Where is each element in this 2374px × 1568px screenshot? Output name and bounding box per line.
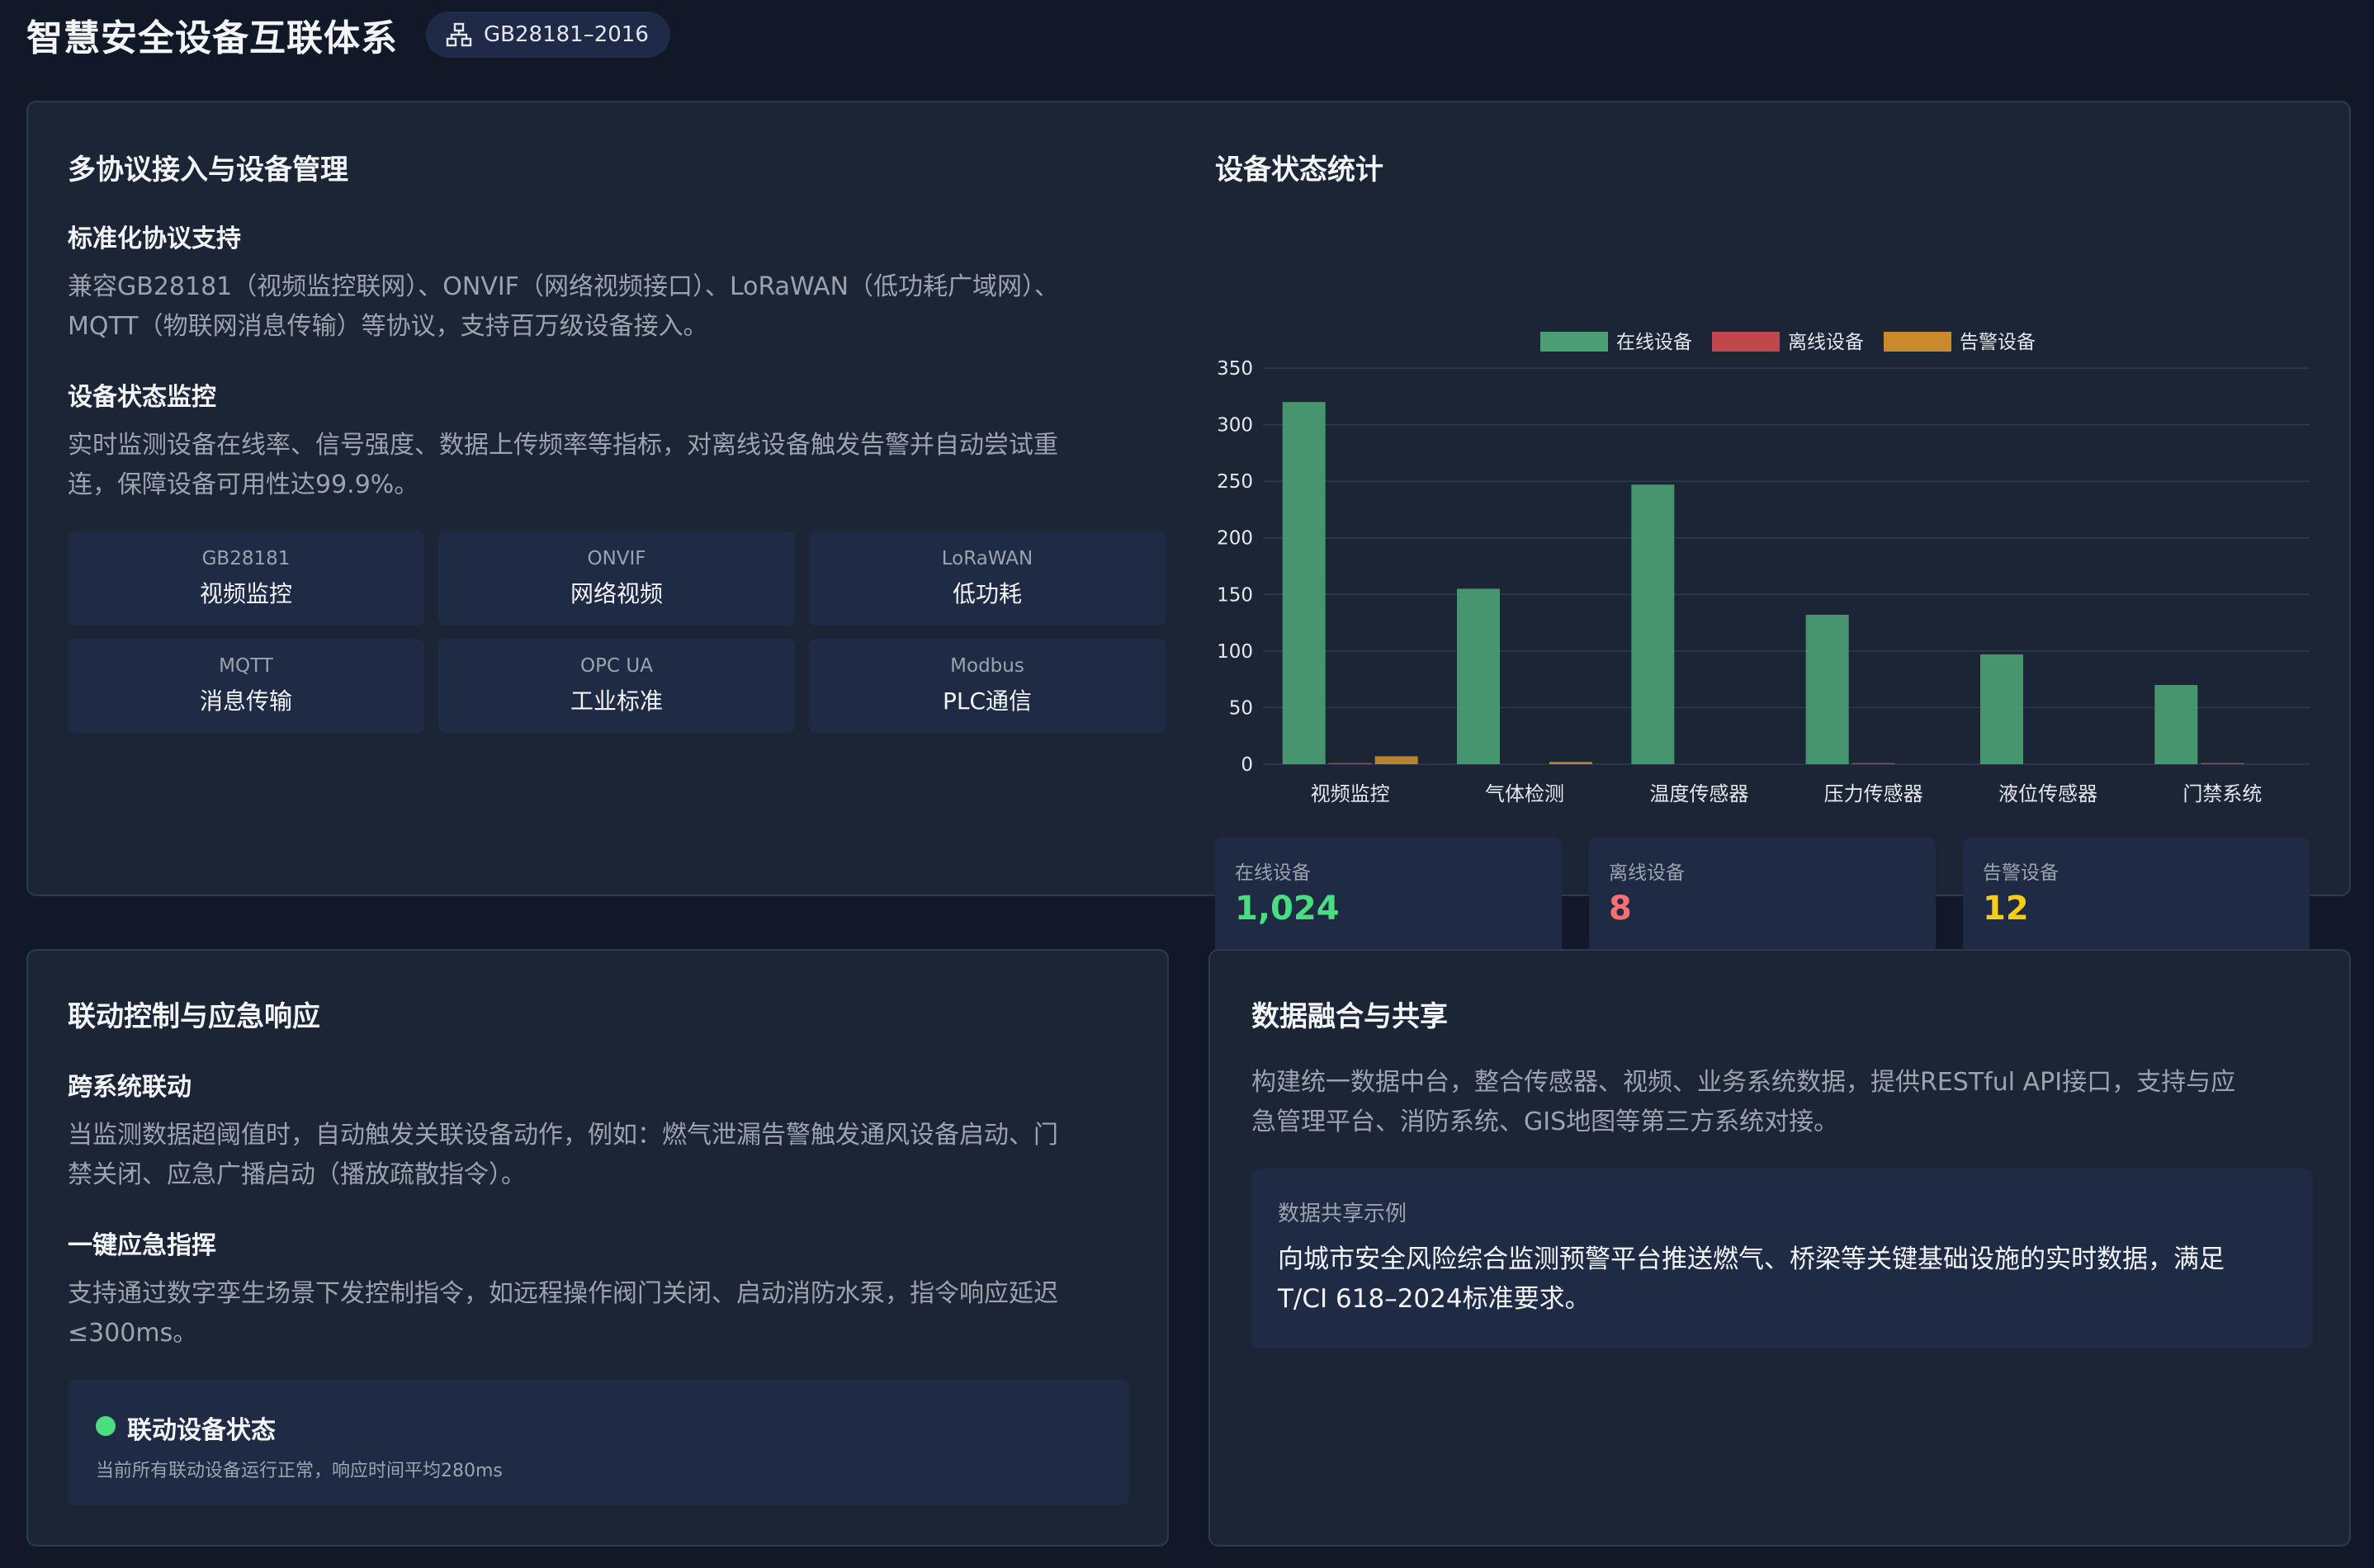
linkage-panel: 联动控制与应急响应 跨系统联动 当监测数据超阈值时，自动触发关联设备动作，例如：… xyxy=(26,949,1169,1547)
stat-card-online: 在线设备 1,024 xyxy=(1215,837,1562,956)
y-tick-label: 150 xyxy=(1217,584,1253,606)
bar-online xyxy=(1282,402,1326,764)
stat-value-warning: 12 xyxy=(1983,890,2029,928)
stat-label: 在线设备 xyxy=(1235,862,1311,884)
cross-system-heading: 跨系统联动 xyxy=(68,1073,192,1102)
linkage-status-title: 联动设备状态 xyxy=(127,1416,276,1445)
stat-card-offline: 离线设备 8 xyxy=(1589,837,1936,956)
protocol-card-onvif[interactable]: ONVIF 网络视频 xyxy=(438,531,795,626)
data-sharing-example-box: 数据共享示例 向城市安全风险综合监测预警平台推送燃气、桥梁等关键基础设施的实时数… xyxy=(1251,1169,2313,1348)
emergency-command-text: 支持通过数字孪生场景下发控制指令，如远程操作阀门关闭、启动消防水泵，指令响应延迟… xyxy=(68,1279,1058,1348)
standard-badge: GB28181–2016 xyxy=(426,12,670,58)
protocol-name: 工业标准 xyxy=(570,687,663,715)
example-label: 数据共享示例 xyxy=(1278,1202,1407,1226)
protocol-card-mqtt[interactable]: MQTT 消息传输 xyxy=(68,639,424,733)
stat-label: 告警设备 xyxy=(1983,862,2059,884)
protocol-status-panel: 多协议接入与设备管理 标准化协议支持 兼容GB28181（视频监控联网）、ONV… xyxy=(26,101,2351,956)
protocol-card-gb28181[interactable]: GB28181 视频监控 xyxy=(68,531,424,626)
page-header: 智慧安全设备互联体系 GB28181–2016 xyxy=(26,8,670,61)
x-tick-label: 视频监控 xyxy=(1311,782,1390,805)
linkage-panel-title: 联动控制与应急响应 xyxy=(68,1000,320,1033)
legend-label: 告警设备 xyxy=(1960,332,2036,353)
linkage-status-text: 当前所有联动设备运行正常，响应时间平均280ms xyxy=(96,1461,503,1481)
protocol-name: PLC通信 xyxy=(942,687,1033,715)
legend-label: 在线设备 xyxy=(1616,332,1692,353)
y-tick-label: 200 xyxy=(1217,528,1253,550)
y-tick-label: 300 xyxy=(1217,415,1253,437)
data-sharing-panel: 数据融合与共享 构建统一数据中台，整合传感器、视频、业务系统数据，提供RESTf… xyxy=(1208,949,2351,1547)
bar-online xyxy=(1805,614,1849,764)
y-tick-label: 0 xyxy=(1241,754,1253,776)
protocol-code: GB28181 xyxy=(201,548,291,569)
device-monitor-heading: 设备状态监控 xyxy=(68,383,216,412)
page-title: 智慧安全设备互联体系 xyxy=(26,17,398,59)
protocol-name: 低功耗 xyxy=(952,580,1022,607)
protocol-code: ONVIF xyxy=(587,548,646,569)
device-status-chart: 在线设备 离线设备 告警设备 0 50 100 150 200 250 300 350 视频监控 气体检… xyxy=(1217,332,2310,805)
protocol-code: OPC UA xyxy=(580,655,653,677)
bar-online xyxy=(1631,484,1675,764)
x-tick-label: 液位传感器 xyxy=(1998,782,2097,805)
network-icon xyxy=(446,22,472,47)
protocol-code: LoRaWAN xyxy=(941,548,1033,569)
bar-online xyxy=(1980,654,2023,764)
stat-label: 离线设备 xyxy=(1609,862,1685,884)
bar-online xyxy=(1457,588,1500,764)
protocol-name: 网络视频 xyxy=(570,580,663,607)
cross-system-text: 当监测数据超阈值时，自动触发关联设备动作，例如：燃气泄漏告警触发通风设备启动、门… xyxy=(68,1121,1058,1189)
bar-online xyxy=(2154,685,2198,764)
protocol-card-lorawan[interactable]: LoRaWAN 低功耗 xyxy=(809,531,1166,626)
example-text: 向城市安全风险综合监测预警平台推送燃气、桥梁等关键基础设施的实时数据，满足 T/… xyxy=(1278,1244,2225,1314)
data-panel-title: 数据融合与共享 xyxy=(1251,1000,1448,1033)
stat-value-offline: 8 xyxy=(1609,890,1632,928)
protocol-panel-title: 多协议接入与设备管理 xyxy=(68,153,348,187)
legend-swatch xyxy=(1540,332,1608,352)
bar-warning xyxy=(1549,762,1592,764)
bar-offline xyxy=(1328,763,1372,764)
stat-value-online: 1,024 xyxy=(1235,890,1340,928)
protocol-support-text: 兼容GB28181（视频监控联网）、ONVIF（网络视频接口）、LoRaWAN（… xyxy=(68,272,1060,341)
x-tick-label: 门禁系统 xyxy=(2182,782,2262,805)
y-tick-label: 100 xyxy=(1217,641,1253,663)
legend-swatch xyxy=(1884,332,1951,352)
protocol-name: 消息传输 xyxy=(199,687,292,715)
stat-card-warning: 告警设备 12 xyxy=(1963,837,2310,956)
protocol-code: MQTT xyxy=(219,655,273,677)
standard-badge-label: GB28181–2016 xyxy=(484,22,649,47)
linkage-status-box: 联动设备状态 当前所有联动设备运行正常，响应时间平均280ms xyxy=(68,1380,1129,1505)
y-tick-label: 50 xyxy=(1229,697,1253,719)
y-tick-label: 250 xyxy=(1217,471,1253,493)
legend-swatch xyxy=(1712,332,1780,352)
x-tick-label: 气体检测 xyxy=(1485,782,1564,805)
protocol-grid: GB28181 视频监控 ONVIF 网络视频 LoRaWAN 低功耗 MQTT… xyxy=(68,531,1166,733)
protocol-code: Modbus xyxy=(950,655,1024,677)
protocol-name: 视频监控 xyxy=(199,580,292,607)
protocol-card-modbus[interactable]: Modbus PLC通信 xyxy=(809,639,1166,733)
status-panel-title: 设备状态统计 xyxy=(1215,153,1383,187)
emergency-command-heading: 一键应急指挥 xyxy=(68,1231,216,1260)
bar-offline xyxy=(2201,763,2244,764)
x-tick-label: 温度传感器 xyxy=(1649,782,1748,805)
bar-offline xyxy=(1851,763,1895,764)
protocol-support-heading: 标准化协议支持 xyxy=(68,224,241,253)
protocol-card-opcua[interactable]: OPC UA 工业标准 xyxy=(438,639,795,733)
device-monitor-text: 实时监测设备在线率、信号强度、数据上传频率等指标，对离线设备触发告警并自动尝试重… xyxy=(68,431,1058,499)
data-panel-text: 构建统一数据中台，整合传感器、视频、业务系统数据，提供RESTful API接口… xyxy=(1251,1068,2236,1136)
legend-label: 离线设备 xyxy=(1788,332,1864,353)
status-dot-icon xyxy=(96,1416,116,1436)
y-tick-label: 350 xyxy=(1217,358,1253,380)
bar-warning xyxy=(1374,756,1418,764)
x-tick-label: 压力传感器 xyxy=(1824,782,1923,805)
